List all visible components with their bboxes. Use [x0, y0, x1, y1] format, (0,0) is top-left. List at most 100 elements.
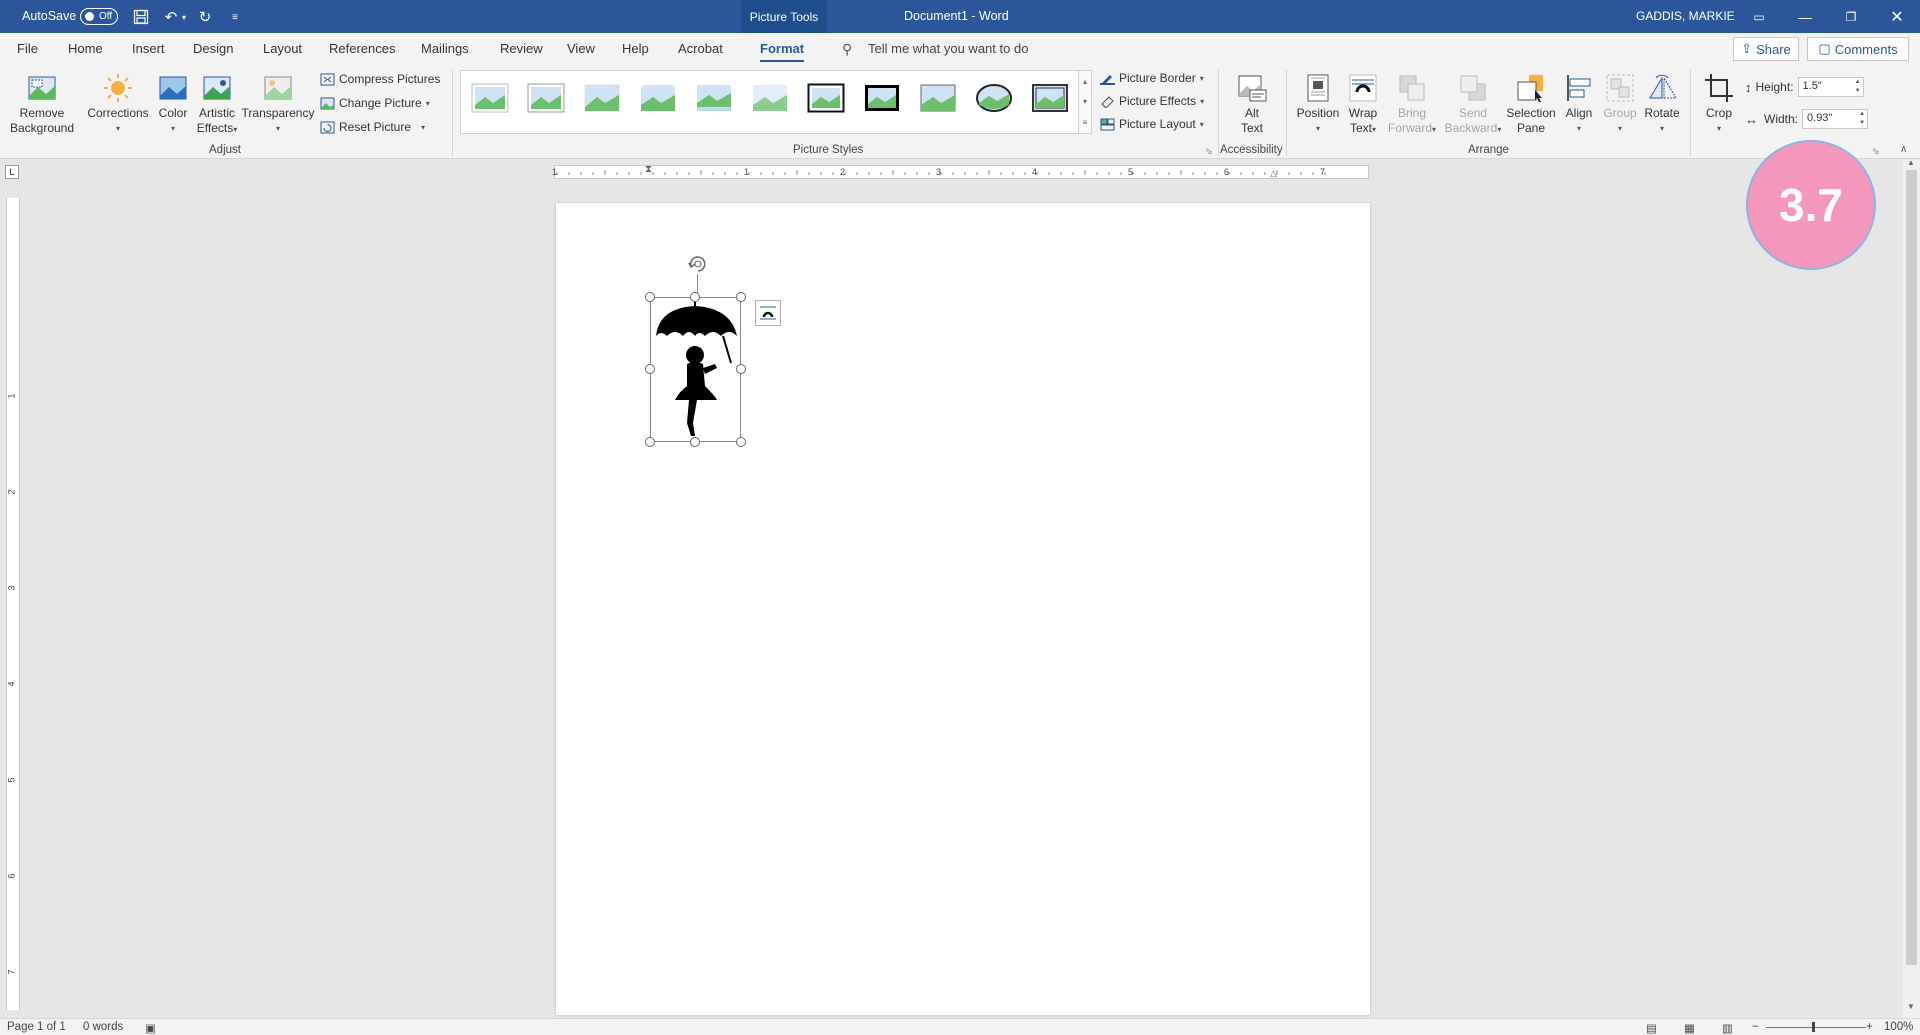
- customize-qat-icon[interactable]: ≡: [224, 6, 246, 28]
- align-button[interactable]: Align ▾: [1562, 68, 1596, 136]
- resize-handle[interactable]: [645, 364, 655, 374]
- tab-references[interactable]: References: [329, 41, 395, 56]
- picture-style-thumbnail[interactable]: [583, 83, 621, 113]
- vertical-scrollbar[interactable]: ▲ ▼: [1903, 158, 1920, 1018]
- minimize-icon[interactable]: —: [1782, 0, 1828, 33]
- tab-layout[interactable]: Layout: [263, 41, 302, 56]
- wrap-text-button[interactable]: Wrap Text▾: [1344, 68, 1382, 137]
- tab-selector[interactable]: L: [5, 165, 19, 179]
- save-icon[interactable]: [130, 6, 152, 28]
- picture-effects-button[interactable]: Picture Effects ▾: [1100, 94, 1204, 108]
- tell-me-search[interactable]: Tell me what you want to do: [868, 41, 1028, 56]
- zoom-slider[interactable]: [1766, 1027, 1866, 1028]
- alt-text-button[interactable]: Alt Text: [1232, 68, 1272, 136]
- chevron-down-icon[interactable]: ▾: [1083, 97, 1087, 106]
- page-count[interactable]: Page 1 of 1: [7, 1021, 66, 1033]
- color-button[interactable]: Color ▾: [154, 68, 192, 136]
- scroll-down-icon[interactable]: ▼: [1907, 1002, 1915, 1011]
- compress-pictures-button[interactable]: Compress Pictures: [320, 72, 440, 86]
- share-button[interactable]: ⇪ Share: [1733, 37, 1799, 61]
- picture-border-button[interactable]: Picture Border ▾: [1100, 71, 1204, 85]
- user-name[interactable]: GADDIS, MARKIE: [1636, 9, 1735, 23]
- width-spinner[interactable]: ↔ Width: 0.93" ▲ ▼: [1745, 109, 1869, 129]
- tab-home[interactable]: Home: [68, 41, 103, 56]
- picture-style-thumbnail[interactable]: [863, 83, 901, 113]
- picture-style-thumbnail[interactable]: [639, 83, 677, 113]
- tab-review[interactable]: Review: [500, 41, 543, 56]
- picture-style-thumbnail[interactable]: [975, 83, 1013, 113]
- transparency-button[interactable]: Transparency ▾: [242, 68, 314, 136]
- picture-layout-button[interactable]: Picture Layout ▾: [1100, 117, 1204, 131]
- close-icon[interactable]: ✕: [1874, 0, 1920, 33]
- send-backward-button[interactable]: Send Backward▾: [1442, 68, 1504, 137]
- tab-acrobat[interactable]: Acrobat: [678, 41, 723, 56]
- rotate-button[interactable]: Rotate ▾: [1642, 68, 1682, 136]
- proofing-icon[interactable]: ▣: [145, 1021, 156, 1035]
- collapse-ribbon-icon[interactable]: ∧: [1900, 144, 1907, 155]
- width-input[interactable]: 0.93" ▲ ▼: [1802, 109, 1869, 129]
- picture-style-thumbnail[interactable]: [807, 83, 845, 113]
- word-count[interactable]: 0 words: [83, 1021, 123, 1033]
- position-button[interactable]: Position ▾: [1294, 68, 1342, 136]
- resize-handle[interactable]: [736, 437, 746, 447]
- height-input[interactable]: 1.5" ▲ ▼: [1797, 77, 1864, 97]
- resize-handle[interactable]: [690, 437, 700, 447]
- dialog-launcher-icon[interactable]: ⬂: [1205, 146, 1213, 157]
- vertical-ruler[interactable]: 1 2 3 4 5 6 7: [6, 198, 20, 1010]
- tab-insert[interactable]: Insert: [132, 41, 165, 56]
- tab-help[interactable]: Help: [622, 41, 649, 56]
- reset-picture-button[interactable]: Reset Picture ▾: [320, 120, 425, 134]
- ribbon-display-options-icon[interactable]: ▭: [1736, 0, 1782, 33]
- restore-icon[interactable]: ❐: [1828, 0, 1874, 33]
- zoom-out-icon[interactable]: −: [1752, 1021, 1759, 1033]
- bring-forward-button[interactable]: Bring Forward▾: [1384, 68, 1440, 137]
- print-layout-icon[interactable]: ▦: [1684, 1021, 1695, 1035]
- undo-dropdown-icon[interactable]: ▾: [178, 6, 190, 28]
- chevron-up-icon[interactable]: ▴: [1083, 77, 1087, 86]
- picture-style-thumbnail[interactable]: [527, 83, 565, 113]
- right-indent-marker-icon[interactable]: △: [1270, 168, 1277, 179]
- zoom-slider-thumb[interactable]: [1812, 1022, 1815, 1032]
- picture-style-thumbnail[interactable]: [919, 83, 957, 113]
- scroll-thumb[interactable]: [1906, 170, 1917, 965]
- remove-background-button[interactable]: Remove Background: [8, 68, 76, 136]
- web-layout-icon[interactable]: ▥: [1722, 1021, 1733, 1035]
- height-spinner[interactable]: ↕ Height: 1.5" ▲ ▼: [1745, 77, 1864, 97]
- picture-style-thumbnail[interactable]: [695, 83, 733, 113]
- redo-icon[interactable]: ↻: [194, 6, 216, 28]
- layout-options-button[interactable]: [755, 300, 781, 326]
- tab-format[interactable]: Format: [760, 41, 805, 62]
- picture-style-thumbnail[interactable]: [1031, 83, 1069, 113]
- resize-handle[interactable]: [645, 292, 655, 302]
- corrections-button[interactable]: Corrections ▾: [86, 68, 150, 136]
- group-button[interactable]: Group ▾: [1600, 68, 1640, 136]
- tab-design[interactable]: Design: [193, 41, 233, 56]
- crop-button[interactable]: Crop ▾: [1700, 68, 1738, 136]
- indent-marker-icon[interactable]: ⧗: [645, 164, 652, 175]
- spin-arrows-icon[interactable]: ▲ ▼: [1855, 78, 1861, 96]
- resize-handle[interactable]: [736, 292, 746, 302]
- zoom-in-icon[interactable]: +: [1866, 1021, 1873, 1033]
- dialog-launcher-icon[interactable]: ⬂: [1872, 146, 1880, 157]
- read-mode-icon[interactable]: ▤: [1646, 1021, 1657, 1035]
- horizontal-ruler[interactable]: 1 1 2 3 4 5 6 7 ⧗ △: [552, 164, 1369, 179]
- change-picture-button[interactable]: Change Picture ▾: [320, 96, 430, 110]
- autosave-toggle[interactable]: Off: [80, 8, 118, 25]
- gallery-scroll[interactable]: ▴ ▾ ≡: [1078, 70, 1092, 134]
- zoom-level[interactable]: 100%: [1884, 1021, 1913, 1033]
- tab-file[interactable]: File: [17, 41, 38, 56]
- scroll-up-icon[interactable]: ▲: [1907, 158, 1915, 167]
- rotate-handle-icon[interactable]: [686, 252, 710, 276]
- tab-view[interactable]: View: [567, 41, 595, 56]
- selected-picture[interactable]: [650, 297, 741, 442]
- resize-handle[interactable]: [736, 364, 746, 374]
- gallery-more-icon[interactable]: ≡: [1083, 118, 1088, 127]
- selection-pane-button[interactable]: Selection Pane: [1504, 68, 1558, 136]
- resize-handle[interactable]: [690, 292, 700, 302]
- comments-button[interactable]: ▢ Comments: [1807, 37, 1909, 61]
- spin-arrows-icon[interactable]: ▲ ▼: [1859, 110, 1865, 128]
- picture-style-thumbnail[interactable]: [751, 83, 789, 113]
- tab-mailings[interactable]: Mailings: [421, 41, 469, 56]
- picture-style-thumbnail[interactable]: [471, 83, 509, 113]
- resize-handle[interactable]: [645, 437, 655, 447]
